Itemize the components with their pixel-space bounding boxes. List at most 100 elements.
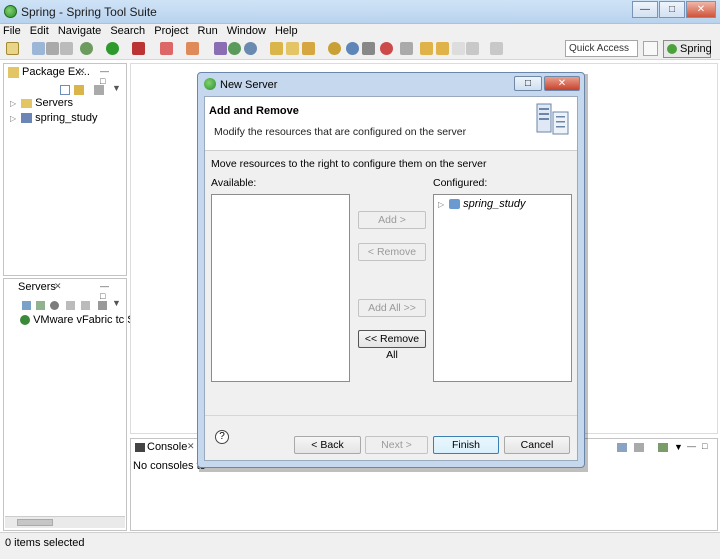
expand-arrow-icon[interactable]: ▷ [10,99,18,108]
next-annotation-icon[interactable] [420,42,433,55]
server-publish-icon[interactable] [81,301,90,310]
close-tab-icon[interactable]: ✕ [54,281,62,292]
collapse-all-icon[interactable] [60,85,70,95]
back-button[interactable]: < Back [294,436,361,454]
copy-icon[interactable] [60,42,73,55]
chevron-down-icon[interactable]: ▼ [112,83,121,93]
prev-annotation-icon[interactable] [436,42,449,55]
close-tab-icon[interactable]: ✕ [78,66,86,77]
open-type-icon[interactable] [270,42,283,55]
close-tab-icon[interactable]: ✕ [187,441,195,452]
tree-item-spring-study[interactable]: ▷ spring_study [10,112,98,124]
finish-button[interactable]: Finish [433,436,499,454]
server-run-icon[interactable] [50,301,59,310]
configured-list[interactable]: ▷ spring_study [433,194,572,382]
next-button[interactable]: Next > [365,436,428,454]
print-icon[interactable] [46,42,59,55]
new-package-icon[interactable] [214,42,227,55]
expand-arrow-icon[interactable]: ▷ [10,114,18,123]
cancel-button[interactable]: Cancel [504,436,570,454]
console-menu-icon[interactable]: ▼ [674,442,683,452]
remove-all-button[interactable]: << Remove All [358,330,426,361]
package-explorer-tab[interactable]: Package Ex... ✕ —□ [4,64,126,86]
chevron-down-icon[interactable]: ▼ [112,298,121,308]
add-all-button[interactable]: Add All >> [358,299,426,317]
open-perspective-icon[interactable] [643,41,658,56]
servers-tab[interactable]: Servers ✕ —□ [4,279,126,301]
web-module-icon [449,199,461,210]
new-icon[interactable] [6,42,19,55]
save-icon[interactable] [32,42,45,55]
external-tools-icon[interactable] [132,42,145,55]
refresh-icon[interactable] [186,42,199,55]
link-editor-icon[interactable] [74,85,84,95]
console-icon [135,443,145,452]
pen-icon[interactable] [362,42,375,55]
new-class-icon[interactable] [228,42,241,55]
web-browser-icon[interactable] [328,42,341,55]
console-message: No consoles to [133,460,206,472]
menu-navigate[interactable]: Navigate [55,24,104,38]
console-pin-icon[interactable] [634,443,644,452]
console-open-icon[interactable] [658,443,668,452]
configured-item[interactable]: ▷ spring_study [438,198,526,210]
dialog-maximize-button[interactable]: □ [514,76,542,91]
menu-edit[interactable]: Edit [27,24,52,38]
server-icon [20,315,30,326]
server-list-item[interactable]: VMware vFabric tc Ser [20,314,144,326]
dialog-title: New Server [220,79,278,91]
spring-icon[interactable] [380,42,393,55]
back-icon[interactable] [466,42,479,55]
spring-perspective-button[interactable]: Spring [663,40,712,58]
dialog-body: Add and Remove Modify the resources that… [204,96,578,461]
search-icon[interactable] [302,42,315,55]
server-debug-icon[interactable] [22,301,31,310]
globe-icon[interactable] [346,42,359,55]
annotation-icon[interactable] [400,42,413,55]
menu-project[interactable]: Project [151,24,191,38]
dialog-close-button[interactable]: ✕ [544,76,580,91]
wizard-banner: Add and Remove Modify the resources that… [205,97,577,151]
run-icon[interactable] [106,42,119,55]
server-banner-icon [536,103,569,135]
menu-window[interactable]: Window [224,24,269,38]
horizontal-scrollbar[interactable] [5,516,125,528]
forward-icon[interactable] [490,42,503,55]
remove-button[interactable]: < Remove [358,243,426,261]
back-arrow-icon[interactable] [452,42,465,55]
console-tab-label: Console [147,441,188,453]
tree-item-servers[interactable]: ▷ Servers [10,97,73,109]
spring-app-icon [204,78,216,90]
available-list[interactable] [211,194,350,382]
wizard-heading: Add and Remove [209,105,299,117]
maximize-button[interactable]: □ [659,1,685,18]
scrollbar-thumb[interactable] [17,519,53,526]
menu-help[interactable]: Help [272,24,301,38]
stop-icon[interactable] [160,42,173,55]
window-titlebar: Spring - Spring Tool Suite — □ ✕ [0,0,720,24]
console-display-icon[interactable] [617,443,627,452]
menu-file[interactable]: File [0,24,24,38]
open-folder-icon[interactable] [286,42,299,55]
dialog-titlebar: New Server □ ✕ [198,73,584,95]
project-icon [21,113,33,124]
menu-run[interactable]: Run [195,24,221,38]
menu-search[interactable]: Search [107,24,148,38]
minimize-maximize-icons[interactable]: —□ [687,441,713,451]
status-bar: 0 items selected [0,532,720,559]
quick-access-field[interactable]: Quick Access [565,40,638,57]
servers-tab-label: Servers [18,281,56,293]
minimize-button[interactable]: — [632,1,658,18]
server-list-item-label: VMware vFabric tc Ser [33,314,145,326]
window-title: Spring - Spring Tool Suite [21,5,157,19]
add-button[interactable]: Add > [358,211,426,229]
expand-arrow-icon[interactable]: ▷ [438,200,446,209]
help-icon[interactable]: ? [215,430,229,444]
gear-icon[interactable] [244,42,257,55]
server-view-menu-icon[interactable] [98,301,107,310]
server-start-icon[interactable] [36,301,45,310]
close-button[interactable]: ✕ [686,1,716,18]
debug-icon[interactable] [80,42,93,55]
view-menu-icon[interactable] [94,85,104,95]
server-stop-icon[interactable] [66,301,75,310]
